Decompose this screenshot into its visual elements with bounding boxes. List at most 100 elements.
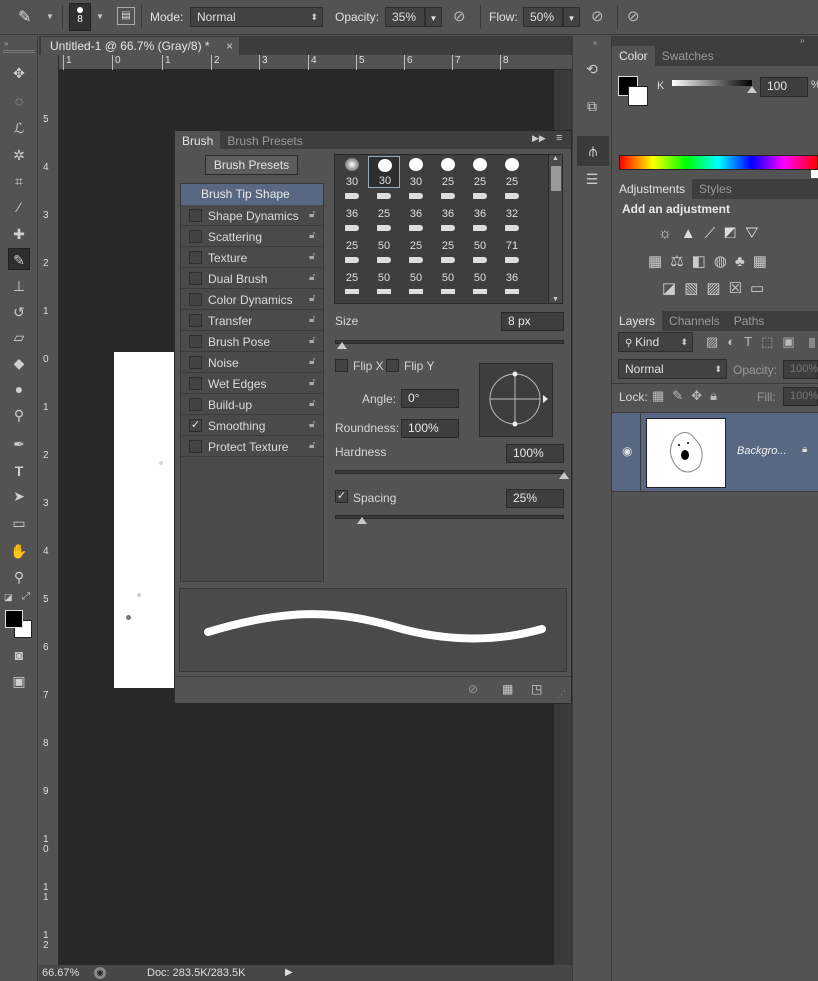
lock-position-icon[interactable]: ✥ (691, 388, 710, 403)
panel-collapse-icon[interactable]: ▶▶ (532, 133, 546, 144)
airbrush-icon[interactable]: ⊘ (591, 7, 611, 27)
brush-setting-checkbox[interactable] (189, 440, 202, 453)
blur-tool-icon[interactable]: ● (8, 378, 30, 400)
adjustment-icons-row-2[interactable]: ▦⚖◧◍♣▦ (648, 252, 775, 270)
brush-tip-cell[interactable]: 50 (464, 252, 496, 284)
lock-icon[interactable]: 🔓︎ (309, 419, 315, 430)
opacity-field[interactable]: 35% (385, 7, 425, 27)
brush-tip-cell[interactable]: 50 (368, 220, 400, 252)
screen-mode-icon[interactable]: ▣ (8, 670, 30, 692)
scroll-thumb[interactable] (550, 166, 561, 191)
lock-icon[interactable]: 🔓︎ (309, 293, 315, 304)
vibrance-icon[interactable]: ▽ (745, 225, 767, 242)
hardness-slider-thumb[interactable] (559, 472, 569, 479)
brush-tip-cell[interactable] (400, 286, 432, 302)
lock-icon[interactable]: 🔓︎ (309, 335, 315, 346)
hardness-field[interactable]: 100% (506, 444, 564, 463)
brush-tip-cell[interactable]: 30 (400, 156, 432, 188)
brush-setting-item[interactable]: Brush Pose 🔓︎ (181, 331, 323, 352)
photo-filter-icon[interactable]: ◍ (714, 253, 735, 270)
flow-field[interactable]: 50% (523, 7, 563, 27)
angle-roundness-widget[interactable] (479, 363, 553, 437)
brush-presets-icon[interactable]: ☰ (581, 171, 603, 193)
flip-x-checkbox[interactable] (335, 359, 348, 372)
panel-tab[interactable]: Color (612, 46, 655, 66)
pressure-size-icon[interactable]: ⊘ (627, 7, 647, 27)
brush-tip-cell[interactable] (432, 286, 464, 302)
panel-tab[interactable]: Paths (727, 311, 772, 331)
lock-icon[interactable]: 🔓︎ (309, 356, 315, 367)
brush-tip-cell[interactable] (368, 286, 400, 302)
brush-tip-cell[interactable]: 36 (464, 188, 496, 220)
spacing-slider-thumb[interactable] (357, 517, 367, 524)
brush-setting-item[interactable]: Scattering 🔓︎ (181, 226, 323, 247)
adjustment-filter-icon[interactable]: ◐ (727, 334, 744, 349)
brush-tip-cell[interactable]: 50 (464, 220, 496, 252)
brightness-icon[interactable]: ☼ (658, 225, 681, 242)
brush-tip-cell[interactable]: 25 (400, 220, 432, 252)
mode-dropdown[interactable]: Normal ⬍ (190, 7, 323, 27)
pen-tool-icon[interactable]: ✒ (8, 433, 30, 455)
rectangle-tool-icon[interactable]: ▭ (8, 512, 30, 534)
curves-icon[interactable]: ⟋ (705, 225, 725, 242)
panel-menu-icon[interactable]: ≡ (556, 132, 562, 144)
size-slider[interactable] (335, 340, 564, 344)
k-slider[interactable] (672, 80, 752, 86)
spacing-field[interactable]: 25% (506, 489, 564, 508)
lock-transparent-icon[interactable]: ▦ (652, 388, 672, 403)
blend-mode-dropdown[interactable]: Normal ⬍ (618, 359, 727, 379)
brush-setting-item[interactable]: ✓ Smoothing 🔓︎ (181, 415, 323, 436)
adjustment-icons-row-3[interactable]: ◪▧▨☒▭ (662, 279, 772, 297)
lock-icons[interactable]: ▦✎✥🔒︎ (652, 388, 725, 404)
brush-tip-cell[interactable]: 25 (432, 156, 464, 188)
healing-brush-tool-icon[interactable]: ✚ (8, 223, 30, 245)
hand-tool-icon[interactable]: ✋ (8, 540, 30, 562)
brush-setting-checkbox[interactable] (189, 209, 202, 222)
brush-tip-cell[interactable]: 36 (496, 252, 528, 284)
brush-tip-cell[interactable]: 36 (400, 188, 432, 220)
collapse-arrows-icon[interactable]: « (593, 38, 597, 47)
fill-field[interactable]: 100% (783, 387, 818, 406)
brush-tip-cell[interactable]: 50 (368, 252, 400, 284)
lock-icon[interactable]: 🔓︎ (309, 314, 315, 325)
panel-tab[interactable]: Swatches (655, 46, 721, 66)
magic-wand-tool-icon[interactable]: ✲ (8, 144, 30, 166)
brush-setting-checkbox[interactable] (189, 356, 202, 369)
brush-tip-cell[interactable]: 30 (368, 156, 400, 188)
brush-setting-item[interactable]: Protect Texture 🔓︎ (181, 436, 323, 457)
foreground-color-swatch[interactable] (5, 610, 23, 628)
panel-tab[interactable]: Styles (692, 179, 739, 199)
panel-tab[interactable]: Adjustments (612, 179, 693, 199)
hardness-slider[interactable] (335, 470, 564, 474)
brush-tip-cell[interactable]: 50 (432, 252, 464, 284)
adjustment-icons-row-1[interactable]: ☼▲⟋◩▽ (658, 225, 768, 242)
brush-panel-toggle-icon[interactable]: ▤ (117, 7, 135, 25)
brush-tip-cell[interactable]: 25 (464, 156, 496, 188)
brush-tip-cell[interactable] (336, 286, 368, 302)
brush-setting-item[interactable]: Texture 🔓︎ (181, 247, 323, 268)
brush-tool-icon[interactable]: ✎ (8, 248, 30, 270)
brush-setting-item[interactable]: Color Dynamics 🔓︎ (181, 289, 323, 310)
layer-filter-icons[interactable]: ▨◐T⬚▣ (706, 334, 804, 350)
brush-projection-icon[interactable]: ▦ (502, 682, 513, 696)
quick-mask-icon[interactable]: ◙ (8, 644, 30, 666)
gradient-map-icon[interactable]: ▭ (750, 280, 772, 297)
angle-field[interactable]: 0° (401, 389, 459, 408)
document-canvas[interactable] (114, 352, 174, 688)
scroll-up-arrow-icon[interactable]: ▲ (549, 155, 562, 162)
move-tool-icon[interactable]: ✥ (8, 62, 30, 84)
threshold-icon[interactable]: ▨ (706, 280, 728, 297)
shape-filter-icon[interactable]: ⬚ (761, 334, 782, 349)
toolbox-grip[interactable] (3, 50, 35, 53)
zoom-tool-icon[interactable]: ⚲ (8, 566, 30, 588)
layer-opacity-field[interactable]: 100% (783, 360, 818, 379)
collapse-arrows-icon[interactable]: » (4, 39, 8, 48)
scroll-down-arrow-icon[interactable]: ▼ (549, 296, 562, 303)
brush-tip-cell[interactable] (464, 286, 496, 302)
lock-icon[interactable]: 🔓︎ (309, 377, 315, 388)
lock-all-icon[interactable]: 🔒︎ (710, 388, 725, 403)
brush-tip-cell[interactable]: 32 (496, 188, 528, 220)
brush-presets-button[interactable]: Brush Presets (205, 155, 298, 175)
status-info-icon[interactable]: ◉ (94, 967, 106, 979)
brush-tip-cell[interactable]: 25 (336, 220, 368, 252)
